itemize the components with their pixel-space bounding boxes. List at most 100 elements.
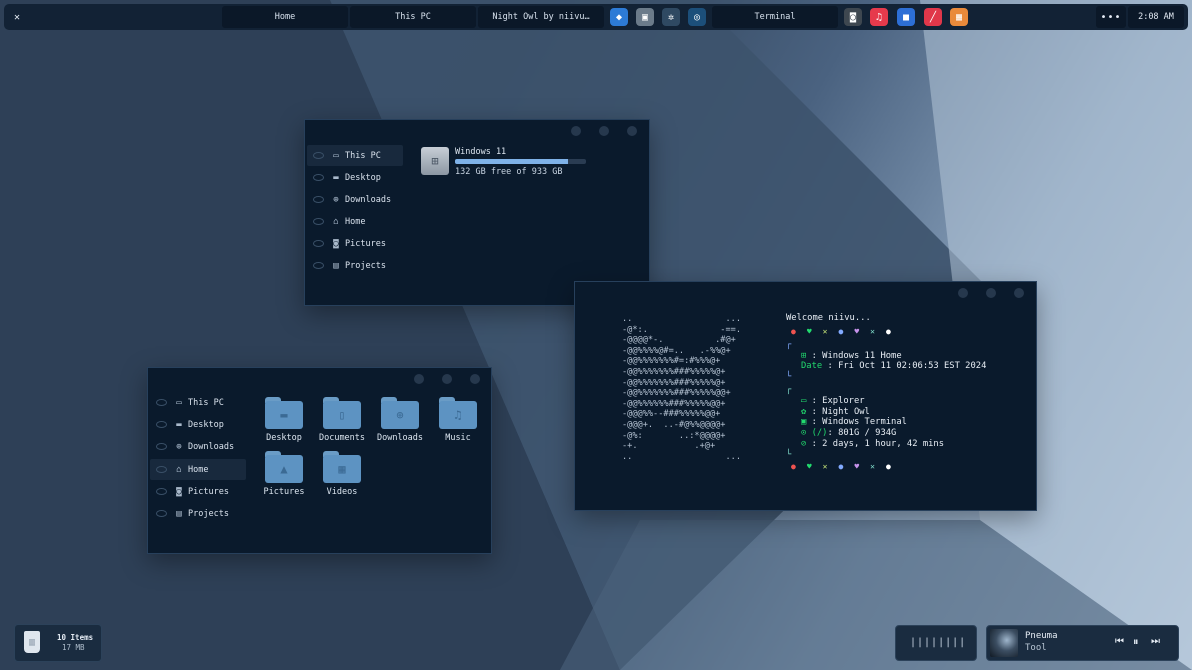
audio-visualizer[interactable]: |||||||| xyxy=(895,625,977,661)
terminal-window: .. ... -@*:. -==. -@@@@*-. .#@+ -@@%%%%@… xyxy=(574,281,1037,511)
window-button[interactable] xyxy=(442,374,452,384)
folder-pictures[interactable]: ▲ Pictures xyxy=(259,451,309,497)
trash-count: 10 Items xyxy=(57,633,94,642)
uptime-line: ⊘ : 2 days, 1 hour, 42 mins xyxy=(801,438,944,449)
sidebar-item-pictures[interactable]: ◙ Pictures xyxy=(150,481,246,502)
palette-swatch: ✕ xyxy=(822,326,828,336)
sidebar-item-home[interactable]: ⌂ Home xyxy=(150,459,246,480)
camera-icon: ◙ xyxy=(176,486,182,497)
sidebar-item-desktop[interactable]: ▬ Desktop xyxy=(307,167,403,188)
settings-app-icon[interactable]: ✲ xyxy=(662,8,680,26)
sidebar-item-home[interactable]: ⌂ Home xyxy=(307,211,403,232)
folder-videos[interactable]: ▦ Videos xyxy=(317,451,367,497)
drive-name: Windows 11 xyxy=(455,147,507,157)
videos-folder-icon: ▦ xyxy=(323,455,361,483)
bracket-icon: └ xyxy=(786,372,792,383)
media-player: Pneuma Tool ⏮ ⏸ ⏭ xyxy=(986,625,1179,661)
briefcase-icon: ▤ xyxy=(176,508,182,519)
desktop-icon: ▬ xyxy=(333,172,339,183)
window-button[interactable] xyxy=(627,126,637,136)
sidebar-item-downloads[interactable]: ⊕ Downloads xyxy=(307,189,403,210)
home-icon: ⌂ xyxy=(176,464,182,475)
window-button[interactable] xyxy=(1014,288,1024,298)
palette-swatch: ● xyxy=(791,326,796,336)
sidebar-item-this-pc[interactable]: ▭ This PC xyxy=(150,392,246,413)
downloads-folder-icon: ⊕ xyxy=(381,401,419,429)
taskbar-tab-night-owl[interactable]: Night Owl by niivu… xyxy=(478,6,604,28)
window-button[interactable] xyxy=(470,374,480,384)
home-window: ▭ This PC ▬ Desktop ⊕ Downloads ⌂ Home ◙ Pict… xyxy=(147,367,492,554)
disk-line: ⊙ (/): 801G / 934G xyxy=(801,428,897,439)
camera-app-icon[interactable]: ◙ xyxy=(844,8,862,26)
window-button[interactable] xyxy=(958,288,968,298)
bracket-icon: ┌ xyxy=(786,339,792,350)
taskbar-tab-this-pc[interactable]: This PC xyxy=(350,6,476,28)
pin-icon xyxy=(156,510,167,517)
sidebar-item-projects[interactable]: ▤ Projects xyxy=(307,255,403,276)
close-icon[interactable]: ✕ xyxy=(4,12,30,23)
color-palette-top: ● ♥ ✕ ● ♥ ✕ ● xyxy=(791,327,986,336)
window-button[interactable] xyxy=(571,126,581,136)
folder-music[interactable]: ♫ Music xyxy=(433,397,483,443)
music-folder-icon: ♫ xyxy=(439,401,477,429)
steam-app-icon[interactable]: ◎ xyxy=(688,8,706,26)
palette-swatch: ● xyxy=(791,461,796,471)
folder-documents[interactable]: ▯ Documents xyxy=(317,397,367,443)
desktop-icon: ▬ xyxy=(176,419,182,430)
clock[interactable]: 2:08 AM xyxy=(1128,6,1184,28)
proton-app-icon[interactable]: ◆ xyxy=(610,8,628,26)
monitor-icon: ▭ xyxy=(176,397,182,408)
music-app-icon[interactable]: ♫ xyxy=(870,8,888,26)
download-icon: ⊕ xyxy=(333,194,339,205)
window-button[interactable] xyxy=(414,374,424,384)
pin-icon xyxy=(313,262,324,269)
trash-size: 17 MB xyxy=(62,643,85,652)
palette-swatch: ● xyxy=(838,326,844,336)
track-artist: Tool xyxy=(1025,643,1047,653)
palette-swatch: ✕ xyxy=(822,461,828,471)
sidebar-item-this-pc[interactable]: ▭ This PC xyxy=(307,145,403,166)
palette-swatch: ♥ xyxy=(806,326,812,336)
palette-swatch: ✕ xyxy=(870,326,875,336)
drive-item[interactable]: ⊞ Windows 11 132 GB free of 933 GB xyxy=(419,145,594,179)
briefcase-icon: ▤ xyxy=(333,260,339,271)
sidebar-item-projects[interactable]: ▤ Projects xyxy=(150,503,246,524)
palette-swatch: ♥ xyxy=(854,461,860,471)
palette-swatch: ● xyxy=(885,461,891,471)
previous-icon[interactable]: ⏮ xyxy=(1115,636,1124,647)
palette-swatch: ● xyxy=(885,326,891,336)
color-palette-bottom: ● ♥ ✕ ● ♥ ✕ ● xyxy=(791,462,986,471)
window-button[interactable] xyxy=(599,126,609,136)
palette-swatch: ✕ xyxy=(870,461,875,471)
pin-icon xyxy=(156,466,167,473)
track-title: Pneuma xyxy=(1025,631,1058,641)
next-icon[interactable]: ⏭ xyxy=(1151,636,1160,647)
draw-app-icon[interactable]: ╱ xyxy=(924,8,942,26)
window-button[interactable] xyxy=(986,288,996,298)
sidebar-item-pictures[interactable]: ◙ Pictures xyxy=(307,233,403,254)
pin-icon xyxy=(156,421,167,428)
sidebar-item-downloads[interactable]: ⊕ Downloads xyxy=(150,436,246,457)
ascii-logo: .. ... -@*:. -==. -@@@@*-. .#@+ -@@%%%%@… xyxy=(622,314,741,462)
drive-usage-bar xyxy=(455,159,586,164)
palette-swatch: ● xyxy=(838,461,844,471)
drive-free-space: 132 GB free of 933 GB xyxy=(455,167,563,177)
pin-icon xyxy=(313,240,324,247)
grid-app-icon[interactable]: ▦ xyxy=(950,8,968,26)
taskbar-tab-terminal[interactable]: Terminal xyxy=(712,6,838,28)
pin-icon xyxy=(156,488,167,495)
camera-icon: ◙ xyxy=(333,238,339,249)
album-art xyxy=(990,629,1018,657)
sidebar-item-desktop[interactable]: ▬ Desktop xyxy=(150,414,246,435)
folder-desktop[interactable]: ▬ Desktop xyxy=(259,397,309,443)
files-app-icon[interactable]: ■ xyxy=(897,8,915,26)
finder-app-icon[interactable]: ▣ xyxy=(636,8,654,26)
folder-downloads[interactable]: ⊕ Downloads xyxy=(375,397,425,443)
pause-icon[interactable]: ⏸ xyxy=(1133,635,1139,649)
terminal-line: ▣ : Windows Terminal xyxy=(801,417,907,428)
taskbar-tab-home[interactable]: Home xyxy=(222,6,348,28)
trash-widget[interactable]: ▥ 10 Items 17 MB xyxy=(14,624,102,662)
more-button[interactable]: ••• xyxy=(1096,6,1126,28)
theme-line: ✿ : Night Owl xyxy=(801,406,870,417)
bracket-icon: └ xyxy=(786,449,792,460)
